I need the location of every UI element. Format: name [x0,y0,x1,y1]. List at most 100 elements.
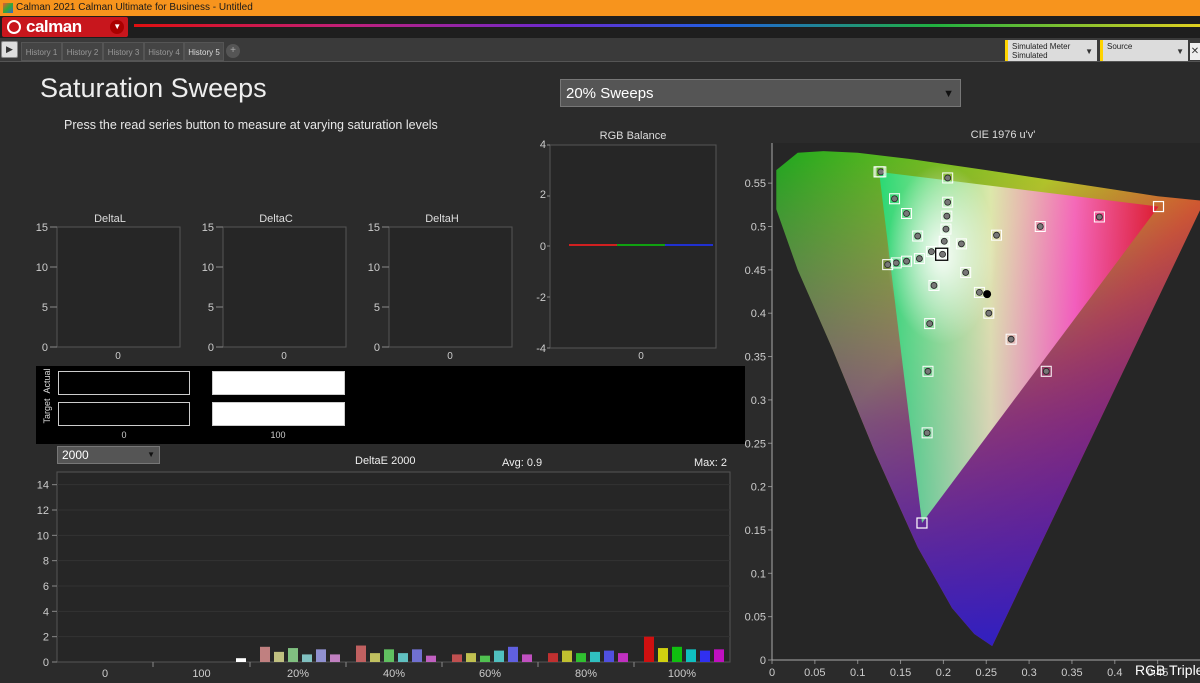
cie-x-tick: 0.3 [1021,667,1036,679]
deltae-bar [398,653,408,662]
deltae-bar [548,653,558,662]
cie-x-tick: 0.2 [936,667,951,679]
measured-point [928,248,935,256]
rgb-balance-x-label: 0 [638,351,644,362]
window-title: Calman 2021 Calman Ultimate for Business… [16,2,253,13]
measured-point [944,198,952,206]
measured-point [926,320,934,328]
deltae-formula-select[interactable]: 2000 ▼ [57,446,160,464]
cie-x-tick: 0 [769,667,775,679]
deltae-x-label: 100 [192,668,210,680]
deltae-bar [330,654,340,662]
deltae-x-label: 20% [287,668,309,680]
deltae-y-tick: 0 [43,657,49,669]
cie-x-ticks: 0 0.05 0.1 0.15 0.2 0.25 0.3 0.35 0.4 0.45 [769,660,1168,679]
cie-y-tick: 0 [760,655,766,667]
cie-diagram: CIE 1976 u'v' 0 0.05 0.1 0.15 0.2 0.25 0.3 0.35… [745,129,1200,679]
chevron-down-icon: ▼ [1176,47,1184,56]
meter-dropdown[interactable]: Simulated Meter Simulated ▼ [1005,40,1097,61]
deltae-y-tick: 14 [37,480,49,492]
deltae-bar [508,646,518,662]
calman-app-icon [3,3,13,13]
deltae-bar [274,651,284,662]
deltah-title: DeltaH [425,213,459,225]
tab-history-1[interactable]: History 1 [21,42,62,61]
deltac-tick: 0 [208,342,214,354]
tab-history-3[interactable]: History 3 [103,42,144,61]
deltae-bar [700,650,710,662]
source-label: Source [1107,42,1133,51]
rgb-balance-plot-area [549,144,717,349]
page-title: Saturation Sweeps [40,73,267,103]
deltae-bar [494,650,504,662]
rainbow-stripe [134,24,1200,27]
deltac-chart: DeltaC 15 10 5 0 0 [202,213,347,362]
cie-y-tick: 0.1 [751,568,766,580]
deltae-bar [466,653,476,662]
deltae-bar [426,655,436,662]
measured-point [1042,367,1050,375]
tab-history-2[interactable]: History 2 [62,42,103,61]
meter-label: Simulated Meter [1012,42,1071,51]
measured-point [930,282,938,289]
chevron-down-icon: ▼ [1085,47,1093,56]
deltae-y-tick: 8 [43,556,49,568]
cie-footer-label: RGB Triple [1135,662,1200,678]
deltae-bar [714,649,724,662]
deltae-bar [672,646,682,662]
measured-point [975,288,983,296]
deltae-chart: 14 12 10 8 6 4 2 0 0 100 20% 40% 60% 80% 100% [37,471,731,680]
cie-y-tick: 0.55 [745,178,766,190]
sweep-select[interactable]: 20% Sweeps ▼ [560,79,961,107]
deltah-x-label: 0 [447,351,453,362]
cie-y-tick: 0.4 [751,308,766,320]
deltae-bar [522,654,532,662]
deltae-bar [288,648,298,662]
tab-history-4[interactable]: History 4 [144,42,184,61]
cie-y-tick: 0.5 [751,222,766,234]
measured-point [944,174,952,182]
history-tab-bar: ▶ History 1 History 2 History 3 History … [0,38,1200,62]
chevron-down-icon: ▼ [943,88,954,100]
source-dropdown[interactable]: Source ▼ [1100,40,1188,61]
deltae-bar [452,654,462,662]
tab-history-5[interactable]: History 5 [184,42,224,61]
deltae-y-tick: 4 [43,606,49,618]
chevron-down-icon: ▼ [110,20,124,34]
close-icon[interactable]: ✕ [1190,43,1200,60]
cie-y-tick: 0.35 [745,352,766,364]
cie-x-tick: 0.05 [804,667,825,679]
deltae-y-tick: 12 [37,505,49,517]
delta-lch-charts: DeltaL 15 10 5 0 0 DeltaC 15 10 5 0 0 De… [36,213,513,362]
deltae-bar [618,653,628,662]
deltae-plot-area [56,471,731,663]
cie-x-tick: 0.35 [1061,667,1082,679]
target-swatch-100 [212,402,345,426]
current-reading-point [983,290,992,299]
measured-point [892,259,900,267]
measured-point [1007,335,1015,343]
deltac-plot-area [222,226,347,348]
deltae-y-tick: 6 [43,581,49,593]
deltal-tick: 5 [42,302,48,314]
deltal-tick: 0 [42,342,48,354]
deltae-bar [590,651,600,662]
deltal-tick: 10 [36,262,48,274]
add-tab-icon[interactable]: + [226,44,240,58]
measured-point [916,255,923,262]
deltal-title: DeltaL [94,213,126,225]
play-icon[interactable]: ▶ [1,41,18,58]
calman-menu-button[interactable]: calman ▼ [2,17,128,37]
meter-value: Simulated [1012,51,1048,60]
measured-point [884,261,892,269]
measured-point [924,367,932,375]
measured-point [1036,223,1044,230]
deltae-y-tick: 2 [43,632,49,644]
blue-balance-bar [665,244,713,246]
measured-point [1095,213,1103,221]
cie-y-tick: 0.45 [745,265,766,277]
deltae-x-label: 60% [479,668,501,680]
cie-title: CIE 1976 u'v' [971,129,1036,141]
ribbon-bar: calman ▼ [0,16,1200,38]
deltae-bar [236,658,246,662]
